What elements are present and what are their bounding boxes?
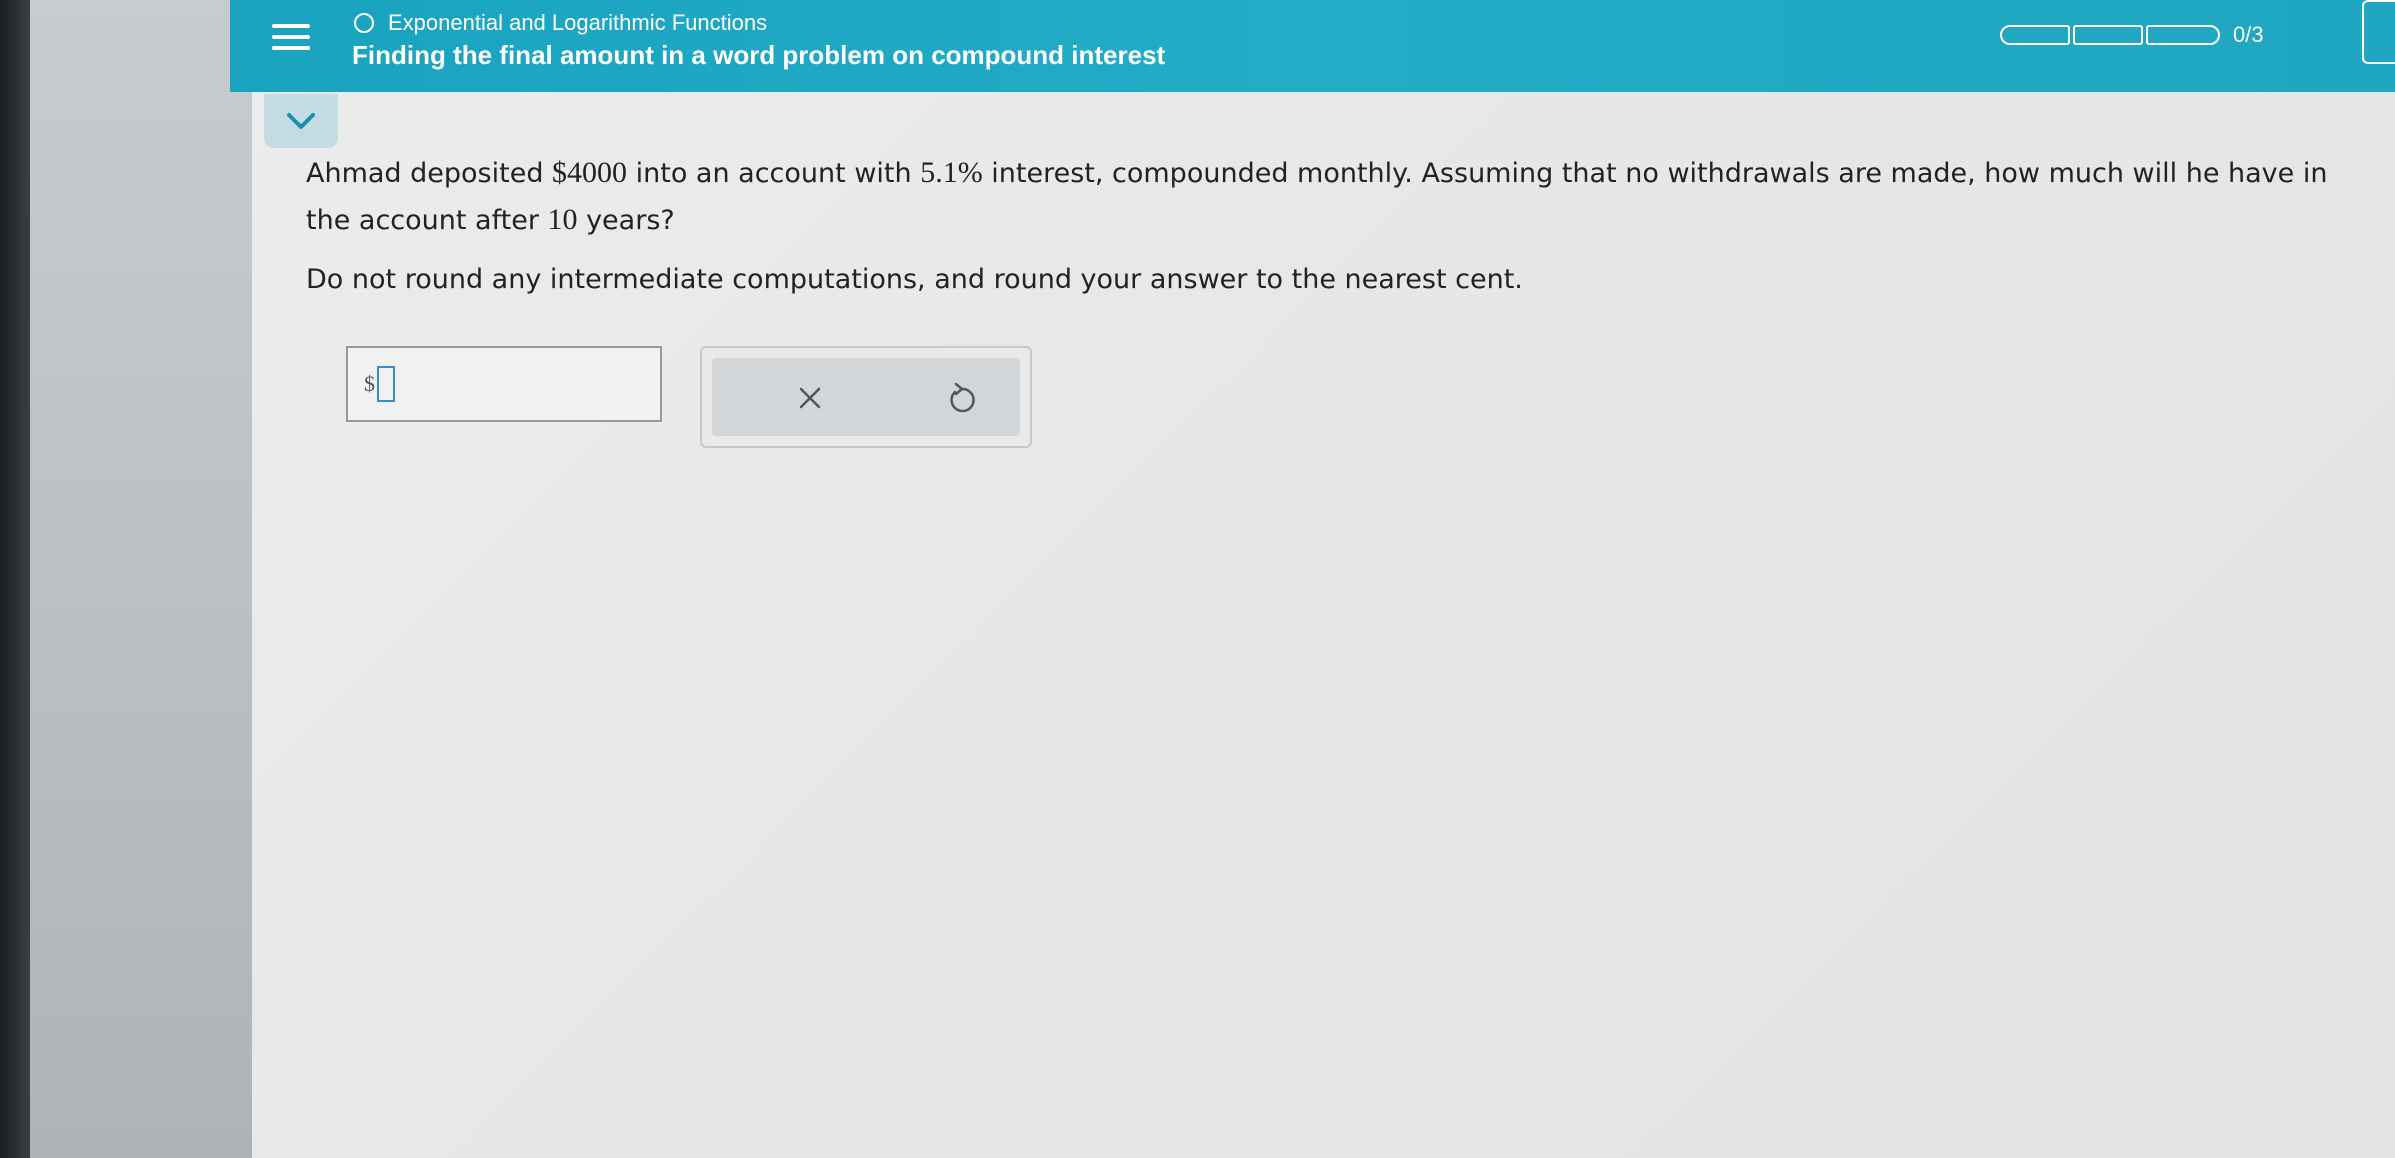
chevron-down-icon	[287, 113, 315, 129]
progress-segment	[2146, 25, 2220, 45]
lesson-title: Finding the final amount in a word probl…	[352, 40, 1166, 70]
interest-rate: 5.1%	[920, 156, 983, 189]
progress-segment	[2073, 25, 2143, 45]
question-text: Ahmad deposited $4000 into an account wi…	[306, 150, 2346, 244]
side-panel	[30, 0, 252, 1158]
answer-input[interactable]: $	[346, 346, 662, 422]
topic-row: Exponential and Logarithmic Functions	[354, 8, 767, 38]
input-cursor-box[interactable]	[377, 366, 395, 402]
progress-indicator: 0/3	[2000, 22, 2264, 48]
progress-count: 0/3	[2233, 22, 2264, 47]
deposit-amount: $4000	[552, 156, 628, 189]
progress-segment	[2000, 25, 2070, 45]
hamburger-menu-icon	[272, 24, 310, 28]
topic-label: Exponential and Logarithmic Functions	[388, 10, 768, 35]
rounding-instruction: Do not round any intermediate computatio…	[306, 264, 1523, 295]
left-bezel	[0, 0, 30, 1158]
answer-tools-inner	[712, 358, 1020, 436]
question-text-part: into an account with	[627, 158, 921, 189]
hamburger-line	[272, 46, 310, 50]
circle-outline-icon	[354, 13, 374, 33]
undo-button[interactable]	[940, 376, 984, 420]
collapse-toggle-button[interactable]	[264, 94, 338, 148]
close-icon	[799, 387, 821, 409]
question-text-part: years?	[577, 205, 675, 236]
question-text-part: Ahmad deposited	[306, 158, 553, 189]
dollar-prefix: $	[364, 371, 375, 396]
menu-button[interactable]	[258, 8, 324, 66]
years-value: 10	[547, 203, 578, 236]
clear-button[interactable]	[788, 376, 832, 420]
hamburger-line	[272, 35, 310, 39]
header-right-button[interactable]	[2362, 0, 2395, 64]
undo-icon	[950, 382, 975, 413]
answer-tools	[700, 346, 1032, 448]
